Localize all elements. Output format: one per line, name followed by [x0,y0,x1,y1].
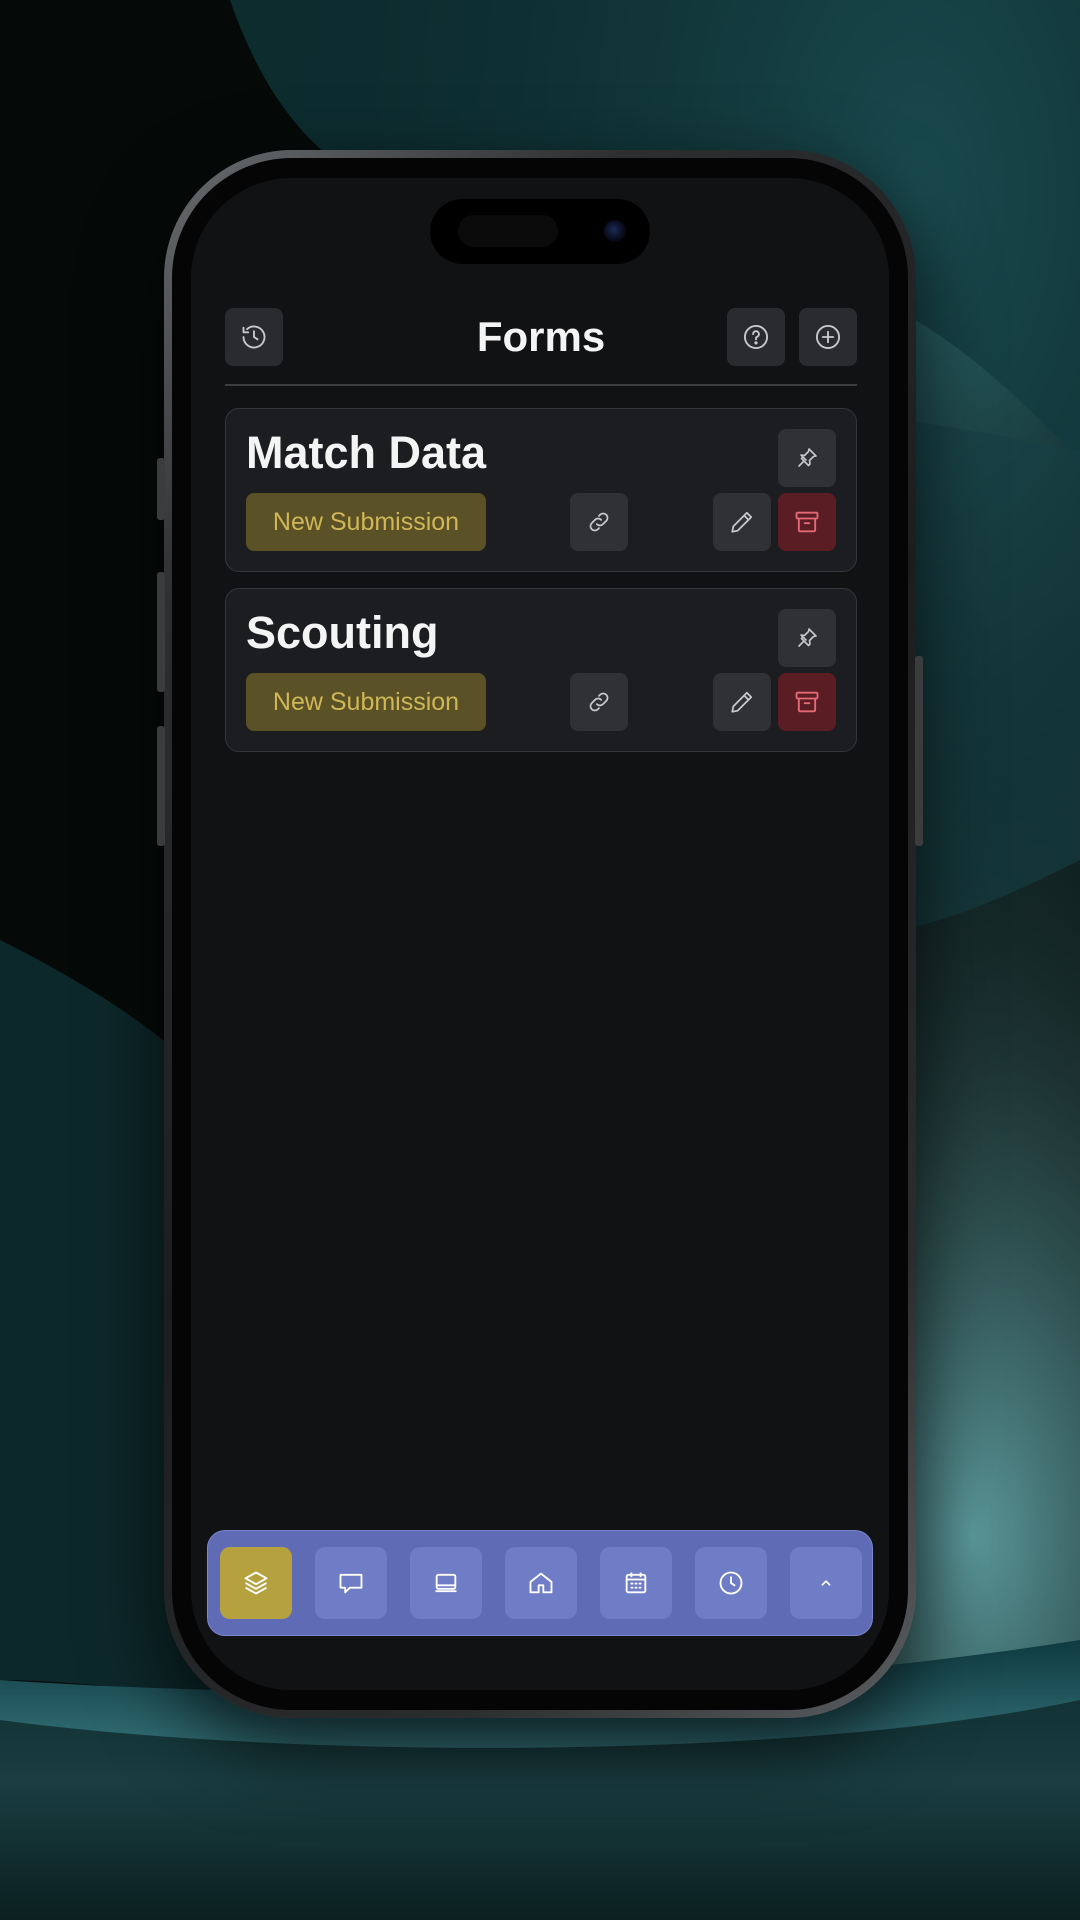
island-sensor [458,215,558,247]
form-card: Match Data New Submission [225,408,857,572]
header-divider [225,384,857,386]
tablet-icon [435,1573,457,1593]
phone-screen: Forms Match Data New Submission Scouting… [191,178,889,1690]
link-icon [589,692,609,712]
chevron-up-icon [821,1580,831,1586]
pin-icon [798,628,817,647]
history-icon [242,325,266,349]
archive-button[interactable] [778,673,836,731]
action-button [157,458,165,520]
layers-icon [244,1571,268,1595]
nav-calendar[interactable] [600,1547,672,1619]
volume-up-button [157,572,165,692]
nav-forms[interactable] [220,1547,292,1619]
help-button[interactable] [727,308,785,366]
edit-button[interactable] [713,493,771,551]
form-title: Scouting [246,607,439,658]
pin-button[interactable] [778,609,836,667]
home-icon [529,1572,553,1594]
add-form-button[interactable] [799,308,857,366]
volume-down-button [157,726,165,846]
header: Forms [225,308,857,366]
form-title: Match Data [246,427,487,478]
pencil-icon [731,691,753,713]
pencil-icon [731,511,753,533]
nav-tablet[interactable] [410,1547,482,1619]
pin-button[interactable] [778,429,836,487]
nav-clock[interactable] [695,1547,767,1619]
new-submission-button[interactable]: New Submission [246,673,486,731]
plus-circle-icon [815,324,841,350]
form-card: Scouting New Submission [225,588,857,752]
dynamic-island [430,199,650,264]
archive-icon [795,511,819,533]
message-icon [339,1573,363,1594]
calendar-icon [625,1572,647,1594]
help-circle-icon [743,324,769,350]
clock-icon [719,1571,743,1595]
nav-messages[interactable] [315,1547,387,1619]
power-button [915,656,923,846]
nav-home[interactable] [505,1547,577,1619]
copy-link-button[interactable] [570,673,628,731]
history-button[interactable] [225,308,283,366]
archive-icon [795,691,819,713]
archive-button[interactable] [778,493,836,551]
edit-button[interactable] [713,673,771,731]
bottom-nav [207,1530,873,1636]
new-submission-button[interactable]: New Submission [246,493,486,551]
link-icon [589,512,609,532]
pin-icon [798,448,817,467]
copy-link-button[interactable] [570,493,628,551]
front-camera [604,220,626,242]
nav-expand[interactable] [790,1547,862,1619]
